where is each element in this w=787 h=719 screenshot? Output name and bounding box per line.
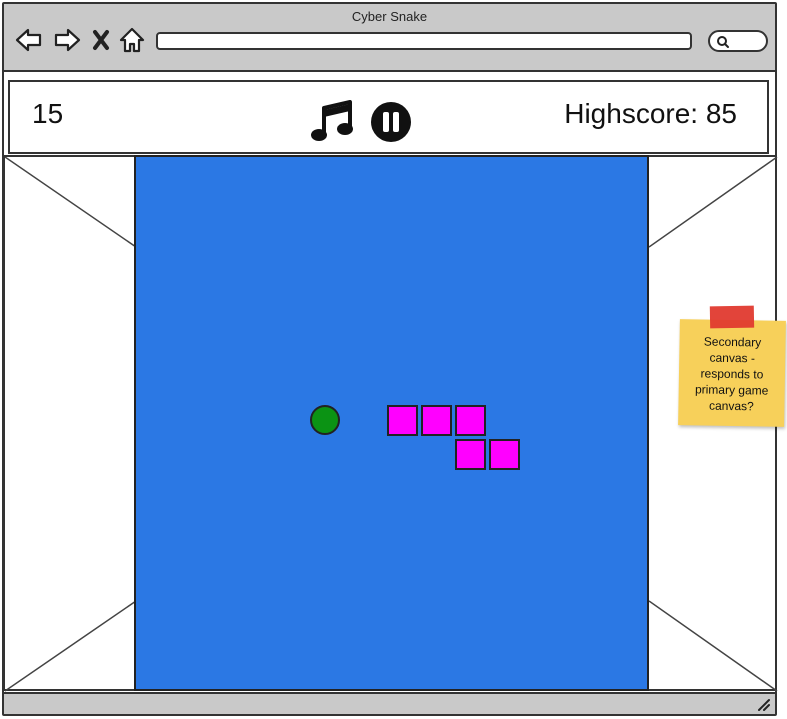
- food-pellet: [310, 405, 340, 435]
- snake-segment: [455, 439, 486, 470]
- back-icon[interactable]: [14, 26, 44, 54]
- pause-icon[interactable]: [370, 101, 412, 143]
- left-placeholder-panel: [3, 155, 137, 692]
- window-title: Cyber Snake: [351, 9, 428, 24]
- sticky-tape: [709, 305, 755, 329]
- home-icon[interactable]: [117, 26, 147, 54]
- game-header: 15 Highscore: 85: [8, 80, 769, 154]
- search-field[interactable]: [708, 30, 768, 52]
- game-canvas[interactable]: [134, 155, 649, 691]
- search-icon: [717, 36, 729, 48]
- snake-segment: [421, 405, 452, 436]
- snake-segment: [455, 405, 486, 436]
- stop-icon[interactable]: [90, 26, 112, 54]
- title-bar: Cyber Snake: [4, 4, 775, 72]
- score-value: 15: [32, 98, 64, 129]
- sticky-note: Secondary canvas - responds to primary g…: [678, 305, 786, 427]
- snake-segment: [489, 439, 520, 470]
- status-bar: [4, 692, 775, 714]
- sticky-note-text: Secondary canvas - responds to primary g…: [694, 334, 769, 414]
- music-icon[interactable]: [310, 100, 356, 146]
- highscore-label: Highscore: 85: [564, 98, 737, 129]
- resize-grip-icon[interactable]: [755, 696, 771, 712]
- address-bar[interactable]: [156, 32, 692, 50]
- snake-segment: [387, 405, 418, 436]
- forward-icon[interactable]: [52, 26, 82, 54]
